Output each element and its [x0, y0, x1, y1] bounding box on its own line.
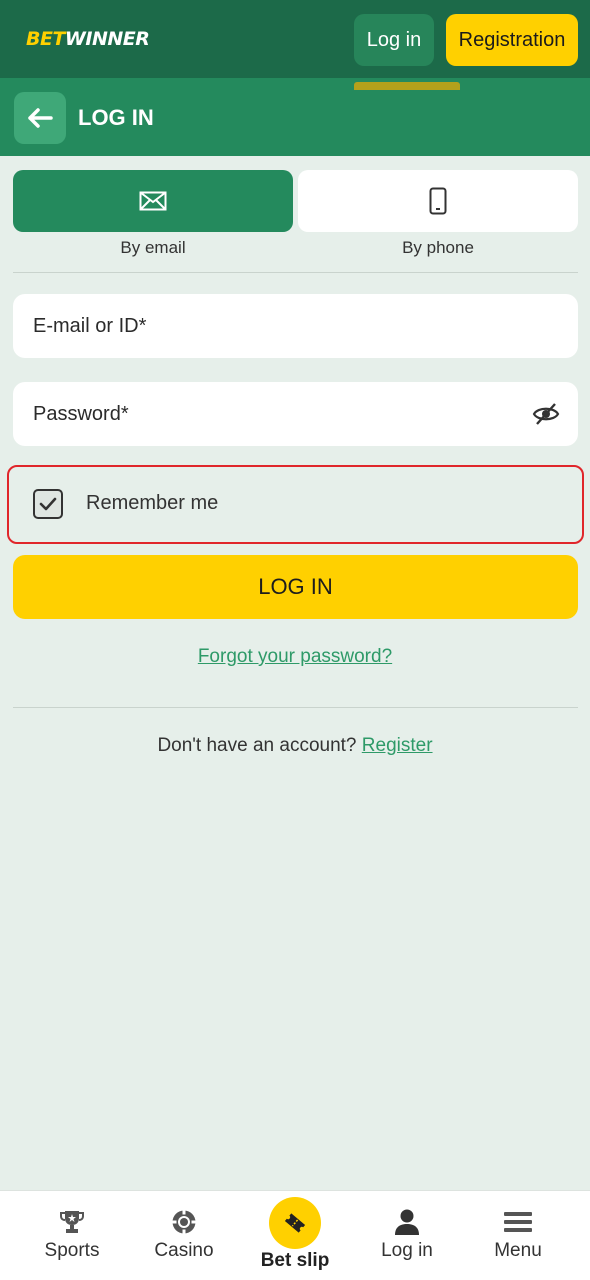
divider: [13, 707, 578, 708]
betwinner-logo[interactable]: BETWINNER: [26, 28, 150, 50]
forgot-password-link-text[interactable]: Forgot your password?: [198, 646, 392, 667]
active-tab-indicator: [354, 82, 460, 90]
header-login-button[interactable]: Log in: [354, 14, 434, 66]
divider: [13, 272, 578, 273]
logo-bet-text: BET: [26, 28, 65, 50]
email-field-container: [13, 294, 578, 358]
register-link[interactable]: Register: [362, 735, 433, 756]
top-header: BETWINNER Log in Registration: [0, 0, 590, 78]
trophy-icon: [60, 1211, 84, 1233]
login-submit-button[interactable]: LOG IN: [13, 555, 578, 619]
hamburger-icon: [504, 1212, 532, 1232]
remember-me-checkbox[interactable]: [33, 489, 63, 519]
nav-item-sports[interactable]: Sports: [17, 1191, 127, 1280]
nav-label-menu: Menu: [494, 1240, 542, 1261]
nav-item-casino[interactable]: Casino: [129, 1191, 239, 1280]
nav-label-casino: Casino: [154, 1240, 214, 1261]
tab-label-phone: By phone: [402, 238, 474, 257]
no-account-row: Don't have an account? Register: [0, 735, 590, 757]
eye-slash-icon[interactable]: [532, 402, 560, 426]
ticket-icon: [284, 1213, 306, 1233]
casino-chip-icon: [172, 1210, 196, 1234]
page-title-bar: LOG IN: [0, 78, 590, 156]
nav-label-log-in: Log in: [381, 1240, 433, 1261]
page-title: LOG IN: [78, 105, 154, 130]
password-field-container: [13, 382, 578, 446]
nav-item-menu[interactable]: Menu: [463, 1191, 573, 1280]
arrow-left-icon: [28, 108, 53, 128]
bottom-navigation: Sports Casino Bet slip Log in Menu: [0, 1190, 590, 1280]
logo-winner-text: WINNER: [64, 28, 150, 50]
header-registration-button[interactable]: Registration: [446, 14, 578, 66]
back-button[interactable]: [14, 92, 66, 144]
tab-by-phone[interactable]: [298, 170, 578, 232]
nav-label-bet-slip: Bet slip: [260, 1250, 330, 1271]
nav-label-sports: Sports: [44, 1240, 100, 1261]
phone-icon: [429, 187, 447, 215]
user-icon: [395, 1209, 419, 1235]
tab-label-email: By email: [120, 238, 186, 257]
forgot-password-link: Forgot your password?: [0, 646, 590, 668]
remember-me-row[interactable]: Remember me: [7, 465, 584, 544]
checkmark-icon: [39, 497, 57, 511]
password-field[interactable]: [13, 382, 578, 446]
remember-me-label: Remember me: [86, 492, 219, 514]
email-field[interactable]: [13, 294, 578, 358]
no-account-text: Don't have an account?: [157, 735, 357, 756]
tab-by-email[interactable]: [13, 170, 293, 232]
nav-item-bet-slip[interactable]: [269, 1197, 321, 1249]
envelope-icon: [139, 191, 167, 211]
nav-item-log-in[interactable]: Log in: [352, 1191, 462, 1280]
